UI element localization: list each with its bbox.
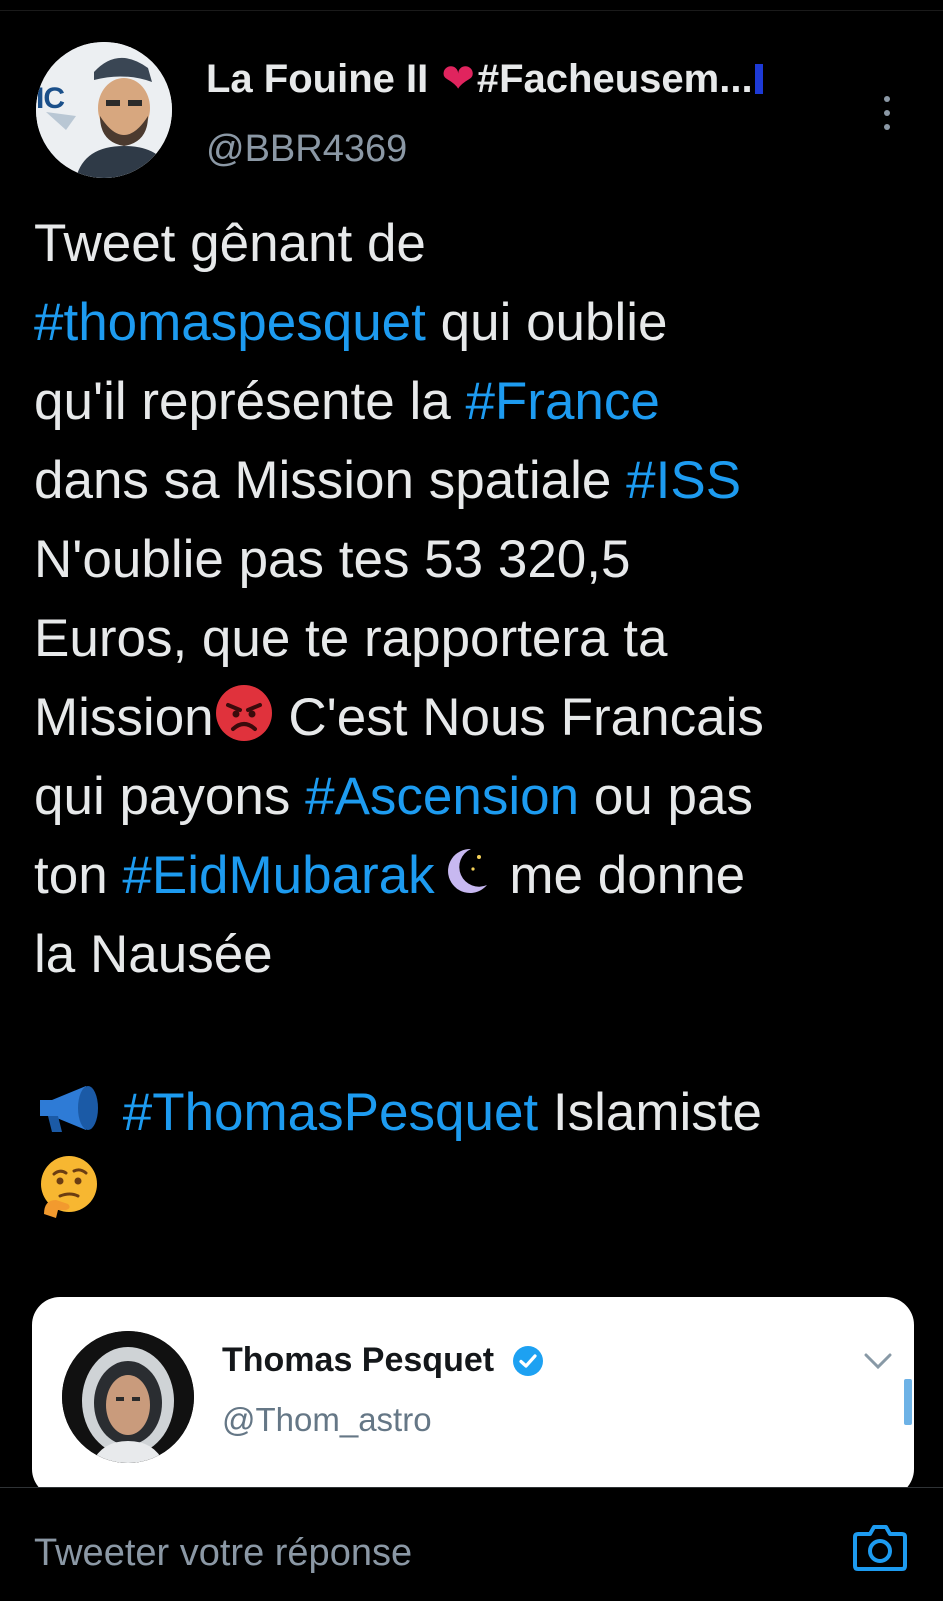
more-options-icon[interactable]: [880, 96, 894, 130]
quoted-tweet-card[interactable]: Thomas Pesquet @Thom_astro: [32, 1297, 914, 1497]
heart-icon: ❤: [441, 57, 475, 101]
author-name[interactable]: La Fouine II ❤#Facheusem...: [206, 56, 763, 102]
megaphone-emoji: [34, 1078, 108, 1160]
tweet-line: la Nausée: [34, 915, 924, 994]
reply-bar: Tweeter votre réponse: [0, 1487, 943, 1601]
author-name-suffix: #Facheusem...: [476, 57, 753, 101]
author-name-text: La Fouine II: [206, 57, 429, 101]
tweet-text-segment: qu'il représente la: [34, 372, 466, 431]
tweet-text-segment: Islamiste: [538, 1083, 762, 1142]
tweet-text-segment: qui oublie: [425, 293, 668, 352]
tweet-line: qu'il représente la #France: [34, 362, 924, 441]
top-divider: [0, 0, 943, 11]
tweet-text-segment: me donne: [494, 846, 746, 905]
scroll-indicator: [904, 1379, 912, 1425]
tweet-text-segment: Mission: [34, 688, 214, 747]
reply-input[interactable]: Tweeter votre réponse: [34, 1532, 412, 1575]
tweet-line: #ThomasPesquet Islamiste: [34, 1073, 924, 1152]
tweet-line: ton #EidMubarak me donne: [34, 836, 924, 915]
tweet-line: [34, 1152, 924, 1231]
flag-icon: [754, 64, 763, 94]
angry-face-emoji: [214, 683, 274, 765]
tweet-line: Mission C'est Nous Francais: [34, 678, 924, 757]
author-avatar[interactable]: IC: [36, 42, 172, 178]
astronaut-portrait: [62, 1331, 194, 1463]
chevron-down-icon[interactable]: [862, 1351, 894, 1373]
tweet-text: Tweet gênant de #thomaspesquet qui oublie…: [34, 204, 924, 1231]
tweet-line: Euros, que te rapportera ta: [34, 599, 924, 678]
tweet-text-segment: ou pas: [579, 767, 753, 826]
tweet-text-segment: Tweet gênant de: [34, 214, 426, 273]
hashtag-link[interactable]: #EidMubarak: [122, 846, 434, 905]
tweet-text-segment: [108, 1083, 123, 1142]
hashtag-link[interactable]: #ISS: [626, 451, 741, 510]
tweet-text-segment: dans sa Mission spatiale: [34, 451, 627, 510]
tweet-line: N'oublie pas tes 53 320,5: [34, 520, 924, 599]
quoted-author-handle: @Thom_astro: [222, 1401, 432, 1438]
hashtag-link[interactable]: #ThomasPesquet: [123, 1083, 538, 1142]
hashtag-link[interactable]: #Ascension: [305, 767, 579, 826]
tweet-text-segment: qui payons: [34, 767, 306, 826]
tweet-text-segment: N'oublie pas tes 53 320,5: [34, 530, 631, 589]
avatar-badge: IC: [36, 82, 65, 115]
camera-icon[interactable]: [852, 1522, 908, 1572]
tweet-line: [34, 994, 924, 1073]
author-handle[interactable]: @BBR4369: [206, 128, 407, 171]
tweet-line: dans sa Mission spatiale #ISS: [34, 441, 924, 520]
hashtag-link[interactable]: #France: [465, 372, 659, 431]
tweet-text-segment: C'est Nous Francais: [273, 688, 764, 747]
tweet-text-segment: la Nausée: [34, 925, 273, 984]
quoted-author-name[interactable]: Thomas Pesquet: [222, 1341, 544, 1380]
quoted-author-name-text: Thomas Pesquet: [222, 1341, 495, 1379]
tweet-line: #thomaspesquet qui oublie: [34, 283, 924, 362]
crescent-moon-emoji: [435, 841, 495, 923]
tweet-line: qui payons #Ascension ou pas: [34, 757, 924, 836]
quoted-author-avatar[interactable]: [62, 1331, 194, 1463]
tweet-text-segment: Euros, que te rapportera ta: [34, 609, 668, 668]
verified-badge-icon: [512, 1346, 543, 1376]
hashtag-link[interactable]: #thomaspesquet: [34, 293, 426, 352]
tweet-text-segment: ton: [34, 846, 123, 905]
tweet-line: Tweet gênant de: [34, 204, 924, 283]
thinking-face-emoji: [34, 1152, 104, 1244]
